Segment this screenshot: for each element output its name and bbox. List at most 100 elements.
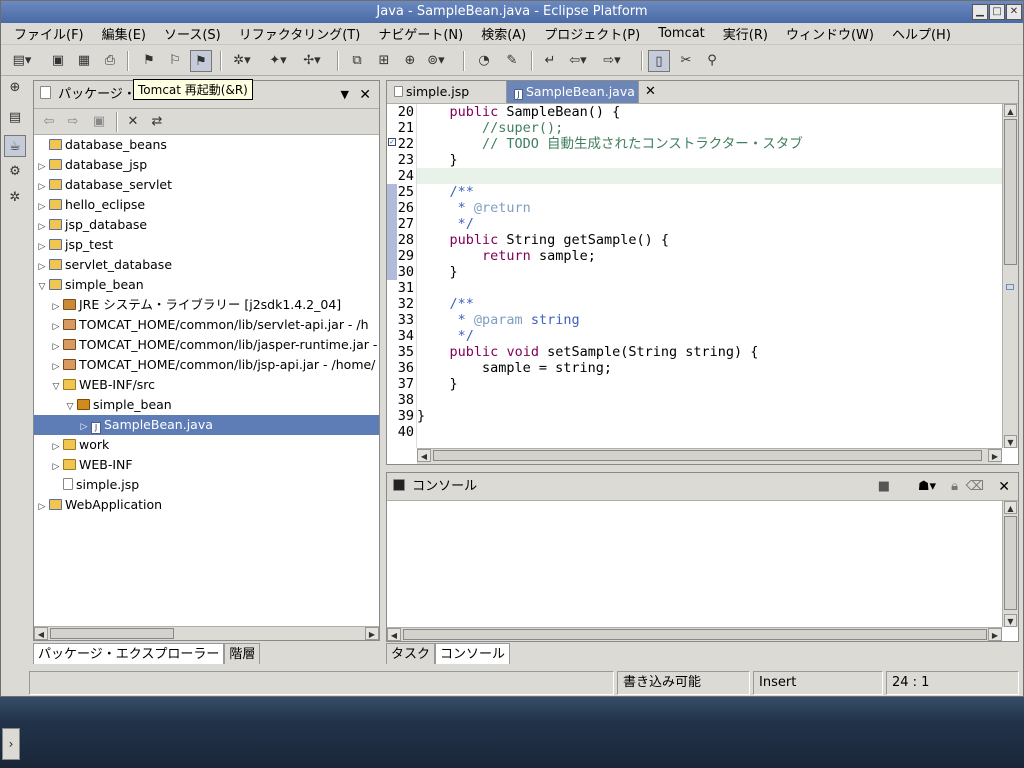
code-line[interactable] xyxy=(417,280,1002,296)
tab-console[interactable]: コンソール xyxy=(435,643,511,664)
java-perspective-icon[interactable]: ☕ xyxy=(4,135,26,157)
debug-icon[interactable]: ✲▾ xyxy=(231,50,253,72)
package-explorer-hscroll[interactable]: ◀ ▶ xyxy=(34,626,379,640)
menu-item[interactable]: ヘルプ(H) xyxy=(883,24,960,43)
tomcat-start-icon[interactable]: ⚑ xyxy=(138,50,160,72)
code-line[interactable]: /** xyxy=(417,184,1002,200)
show-source-icon[interactable]: ▯ xyxy=(648,50,670,72)
tree-item[interactable]: ▽ simple_bean xyxy=(34,395,379,415)
menu-item[interactable]: プロジェクト(P) xyxy=(535,24,649,43)
code-line[interactable]: } xyxy=(417,376,1002,392)
debug-perspective-icon[interactable]: ✲ xyxy=(4,187,26,209)
menu-item[interactable]: リファクタリング(T) xyxy=(230,24,370,43)
collapsed-twisty-icon[interactable]: ▷ xyxy=(50,317,62,337)
collapsed-twisty-icon[interactable]: ▷ xyxy=(50,297,62,317)
tree-item[interactable]: simple.jsp xyxy=(34,475,379,495)
scroll-up-icon[interactable]: ▲ xyxy=(1004,501,1017,514)
code-line[interactable]: */ xyxy=(417,216,1002,232)
code-line[interactable]: } xyxy=(417,264,1002,280)
save-icon[interactable]: ▣ xyxy=(47,50,69,72)
console-vscroll[interactable]: ▲ ▼ xyxy=(1002,501,1018,627)
tomcat-restart-icon[interactable]: ⚑ xyxy=(190,50,212,72)
menu-item[interactable]: 検索(A) xyxy=(472,24,535,43)
console-output[interactable] xyxy=(387,501,1002,627)
tree-item[interactable]: ▷ database_jsp xyxy=(34,155,379,175)
scroll-down-icon[interactable]: ▼ xyxy=(1004,614,1017,627)
open-perspective-icon[interactable]: ⊕ xyxy=(4,77,26,99)
code-line[interactable]: } xyxy=(417,408,1002,424)
tree-item[interactable]: ▷ TOMCAT_HOME/common/lib/jasper-runtime.j… xyxy=(34,335,379,355)
tree-item[interactable]: ▷ WEB-INF xyxy=(34,455,379,475)
code-line[interactable]: //super(); xyxy=(417,120,1002,136)
scroll-lock-icon[interactable]: 🔒︎ xyxy=(951,473,958,501)
forward-icon[interactable]: ⇨▾ xyxy=(601,50,623,72)
search-icon[interactable]: ◔ xyxy=(473,50,495,72)
close-window-button[interactable]: ✕ xyxy=(1006,4,1022,20)
pin-icon[interactable]: ✎ xyxy=(501,50,523,72)
collapsed-twisty-icon[interactable]: ▷ xyxy=(36,237,48,257)
tree-item[interactable]: ▽ simple_bean xyxy=(34,275,379,295)
menu-item[interactable]: 編集(E) xyxy=(93,24,155,43)
menu-item[interactable]: ソース(S) xyxy=(155,24,230,43)
tree-item[interactable]: ▷ hello_eclipse xyxy=(34,195,379,215)
tab-tasks[interactable]: タスク xyxy=(386,643,436,664)
view-menu-icon[interactable]: ▼ xyxy=(341,81,349,109)
menu-item[interactable]: ウィンドウ(W) xyxy=(777,24,883,43)
scroll-right-icon[interactable]: ▶ xyxy=(988,628,1002,641)
console-hscroll[interactable]: ◀ ▶ xyxy=(387,627,1002,641)
close-view-icon[interactable]: ✕ xyxy=(998,473,1010,501)
code-line[interactable]: * @param string xyxy=(417,312,1002,328)
console-select-icon[interactable]: ☗▾ xyxy=(918,473,936,501)
scroll-thumb[interactable] xyxy=(433,450,982,461)
menu-item[interactable]: ナビゲート(N) xyxy=(369,24,472,43)
clear-console-icon[interactable]: ⌫ xyxy=(966,473,984,501)
expanded-twisty-icon[interactable]: ▽ xyxy=(36,277,48,297)
outline-toggle-icon[interactable]: ⚲ xyxy=(701,50,723,72)
last-edit-location-icon[interactable]: ↵ xyxy=(539,50,561,72)
code-line[interactable]: return sample; xyxy=(417,248,1002,264)
tab-simple-jsp[interactable]: simple.jsp xyxy=(387,81,507,103)
new-java-project-icon[interactable]: ⧉ xyxy=(346,50,368,72)
tree-item[interactable]: ▷ jsp_test xyxy=(34,235,379,255)
new-package-icon[interactable]: ⊞ xyxy=(373,50,395,72)
desktop-panel-button[interactable]: › xyxy=(2,728,20,760)
code-line[interactable]: /** xyxy=(417,296,1002,312)
code-line[interactable]: * @return xyxy=(417,200,1002,216)
collapsed-twisty-icon[interactable]: ▷ xyxy=(36,257,48,277)
collapsed-twisty-icon[interactable]: ▷ xyxy=(36,177,48,197)
collapsed-twisty-icon[interactable]: ▷ xyxy=(50,357,62,377)
code-line[interactable] xyxy=(417,424,1002,440)
tab-package-explorer[interactable]: パッケージ・エクスプローラー xyxy=(33,643,225,664)
menu-item[interactable]: ファイル(F) xyxy=(5,24,93,43)
scroll-right-icon[interactable]: ▶ xyxy=(365,627,379,640)
code-line[interactable]: public void setSample(String string) { xyxy=(417,344,1002,360)
scroll-thumb[interactable] xyxy=(1004,516,1017,610)
overview-marker[interactable] xyxy=(1006,284,1014,290)
collapsed-twisty-icon[interactable]: ▷ xyxy=(36,497,48,517)
collapse-all-icon[interactable]: ✕ xyxy=(122,111,144,133)
collapsed-twisty-icon[interactable]: ▷ xyxy=(78,417,90,437)
task-marker-icon[interactable]: ✓ xyxy=(388,138,396,146)
scroll-left-icon[interactable]: ◀ xyxy=(34,627,48,640)
tree-item[interactable]: ▷ work xyxy=(34,435,379,455)
minimize-button[interactable]: ▁ xyxy=(972,4,988,20)
code-area[interactable]: public SampleBean() { //super(); // TODO… xyxy=(417,104,1002,448)
close-view-icon[interactable]: ✕ xyxy=(359,81,371,109)
tree-item[interactable]: ▷ TOMCAT_HOME/common/lib/servlet-api.jar … xyxy=(34,315,379,335)
scroll-thumb[interactable] xyxy=(50,628,174,639)
tree-item[interactable]: ▷ JRE システム・ライブラリー [j2sdk1.4.2_04] xyxy=(34,295,379,315)
up-icon[interactable]: ▣ xyxy=(88,111,110,133)
tomcat-stop-icon[interactable]: ⚐ xyxy=(164,50,186,72)
toggle-breakpoint-icon[interactable]: ✂ xyxy=(675,50,697,72)
menu-item[interactable]: 実行(R) xyxy=(714,24,777,43)
close-tab-icon[interactable]: ✕ xyxy=(639,81,662,103)
tab-hierarchy[interactable]: 階層 xyxy=(224,643,261,664)
tree-item[interactable]: database_beans xyxy=(34,135,379,155)
collapsed-twisty-icon[interactable]: ▷ xyxy=(50,437,62,457)
code-line[interactable] xyxy=(417,168,1002,184)
collapsed-twisty-icon[interactable]: ▷ xyxy=(36,197,48,217)
code-line[interactable]: public String getSample() { xyxy=(417,232,1002,248)
collapsed-twisty-icon[interactable]: ▷ xyxy=(36,157,48,177)
tree-item[interactable]: ▷ database_servlet xyxy=(34,175,379,195)
scroll-up-icon[interactable]: ▲ xyxy=(1004,104,1017,117)
